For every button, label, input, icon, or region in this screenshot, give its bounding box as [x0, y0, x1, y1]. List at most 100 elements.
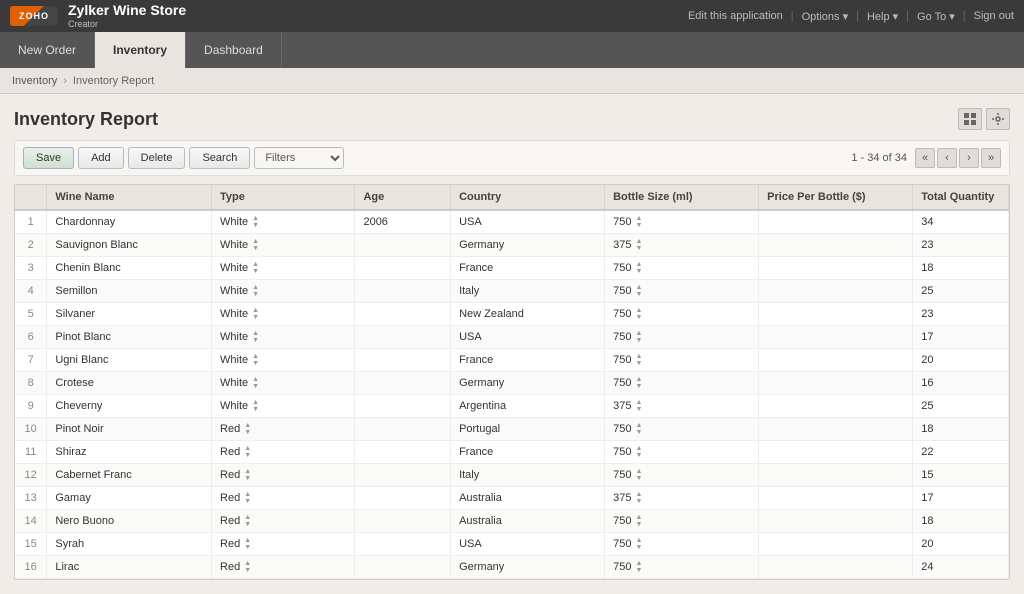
filter-select[interactable]: Filters [254, 147, 344, 169]
spinner-up[interactable]: ▲ [244, 422, 251, 429]
breadcrumb-inventory[interactable]: Inventory [12, 75, 57, 87]
nav-tab-dashboard[interactable]: Dashboard [186, 32, 282, 68]
spinner-down[interactable]: ▼ [635, 383, 642, 390]
spinner-up[interactable]: ▲ [635, 307, 642, 314]
spinner-down[interactable]: ▼ [635, 544, 642, 551]
spinner-up[interactable]: ▲ [635, 261, 642, 268]
cell-price [759, 556, 913, 579]
search-button[interactable]: Search [189, 147, 250, 169]
spinner-down[interactable]: ▼ [635, 521, 642, 528]
signout-link[interactable]: Sign out [974, 10, 1014, 22]
help-link[interactable]: Help ▾ [867, 10, 898, 23]
spinner-up[interactable]: ▲ [252, 353, 259, 360]
cell-wine-name: Nero Buono [47, 510, 212, 533]
spinner-down[interactable]: ▼ [252, 337, 259, 344]
spinner-up[interactable]: ▲ [252, 307, 259, 314]
spinner-up[interactable]: ▲ [244, 468, 251, 475]
goto-link[interactable]: Go To ▾ [917, 10, 955, 23]
spinner-up[interactable]: ▲ [252, 284, 259, 291]
spinner-up[interactable]: ▲ [252, 215, 259, 222]
cell-qty: 18 [913, 257, 1009, 280]
spinner-up[interactable]: ▲ [635, 491, 642, 498]
cell-country: Germany [451, 372, 605, 395]
spinner-down[interactable]: ▼ [252, 268, 259, 275]
top-bar: ZOHO Zylker Wine Store Creator Edit this… [0, 0, 1024, 32]
spinner-down[interactable]: ▼ [252, 314, 259, 321]
spinner-up[interactable]: ▲ [635, 238, 642, 245]
spinner-down[interactable]: ▼ [635, 406, 642, 413]
spinner-down[interactable]: ▼ [252, 291, 259, 298]
spinner-down[interactable]: ▼ [244, 429, 251, 436]
spinner-up[interactable]: ▲ [635, 284, 642, 291]
cell-qty: 34 [913, 210, 1009, 234]
spinner-down[interactable]: ▼ [244, 544, 251, 551]
spinner-up[interactable]: ▲ [244, 514, 251, 521]
spinner-down[interactable]: ▼ [252, 222, 259, 229]
spinner-down[interactable]: ▼ [635, 291, 642, 298]
table-header-row: Wine Name Type Age Country Bottle Size (… [15, 185, 1009, 210]
spinner-down[interactable]: ▼ [635, 337, 642, 344]
spinner-up[interactable]: ▲ [635, 215, 642, 222]
spinner-down[interactable]: ▼ [635, 245, 642, 252]
add-button[interactable]: Add [78, 147, 124, 169]
last-page-btn[interactable]: » [981, 148, 1001, 168]
cell-type: White▲▼ [212, 349, 355, 372]
spinner-up[interactable]: ▲ [244, 491, 251, 498]
spinner-down[interactable]: ▼ [252, 360, 259, 367]
save-button[interactable]: Save [23, 147, 74, 169]
spinner-down[interactable]: ▼ [252, 406, 259, 413]
spinner-up[interactable]: ▲ [635, 514, 642, 521]
spinner-down[interactable]: ▼ [244, 521, 251, 528]
next-page-btn[interactable]: › [959, 148, 979, 168]
spinner-down[interactable]: ▼ [635, 268, 642, 275]
spinner-down[interactable]: ▼ [244, 452, 251, 459]
spinner-down[interactable]: ▼ [252, 245, 259, 252]
spinner-down[interactable]: ▼ [244, 498, 251, 505]
spinner-down[interactable]: ▼ [635, 475, 642, 482]
cell-country: Germany [451, 556, 605, 579]
settings-btn[interactable] [986, 108, 1010, 130]
spinner-down[interactable]: ▼ [635, 222, 642, 229]
spinner-up[interactable]: ▲ [635, 445, 642, 452]
spinner-down[interactable]: ▼ [635, 498, 642, 505]
spinner-up[interactable]: ▲ [635, 422, 642, 429]
grid-view-btn[interactable] [958, 108, 982, 130]
spinner-down[interactable]: ▼ [244, 475, 251, 482]
spinner-down[interactable]: ▼ [635, 429, 642, 436]
spinner-up[interactable]: ▲ [635, 468, 642, 475]
spinner-up[interactable]: ▲ [244, 560, 251, 567]
spinner-up[interactable]: ▲ [252, 399, 259, 406]
spinner-up[interactable]: ▲ [635, 376, 642, 383]
spinner-up[interactable]: ▲ [635, 537, 642, 544]
nav-tab-inventory[interactable]: Inventory [95, 32, 186, 68]
spinner-up[interactable]: ▲ [252, 376, 259, 383]
nav-tab-new-order[interactable]: New Order [0, 32, 95, 68]
cell-age [355, 395, 451, 418]
edit-app-link[interactable]: Edit this application [688, 10, 783, 22]
spinner-down[interactable]: ▼ [635, 360, 642, 367]
spinner-up[interactable]: ▲ [635, 330, 642, 337]
cell-wine-name: Ugni Blanc [47, 349, 212, 372]
spinner-down[interactable]: ▼ [252, 383, 259, 390]
toolbar: Save Add Delete Search Filters 1 - 34 of… [14, 140, 1010, 176]
spinner-up[interactable]: ▲ [252, 238, 259, 245]
cell-bottle-size: 750▲▼ [605, 464, 759, 487]
cell-country: Argentina [451, 395, 605, 418]
spinner-up[interactable]: ▲ [252, 261, 259, 268]
spinner-down[interactable]: ▼ [635, 567, 642, 574]
spinner-up[interactable]: ▲ [635, 399, 642, 406]
prev-page-btn[interactable]: ‹ [937, 148, 957, 168]
delete-button[interactable]: Delete [128, 147, 186, 169]
spinner-up[interactable]: ▲ [635, 353, 642, 360]
spinner-up[interactable]: ▲ [244, 537, 251, 544]
cell-country: Portugal [451, 418, 605, 441]
options-link[interactable]: Options ▾ [802, 10, 849, 23]
spinner-down[interactable]: ▼ [635, 314, 642, 321]
spinner-down[interactable]: ▼ [244, 567, 251, 574]
spinner-up[interactable]: ▲ [252, 330, 259, 337]
spinner-down[interactable]: ▼ [635, 452, 642, 459]
first-page-btn[interactable]: « [915, 148, 935, 168]
spinner-up[interactable]: ▲ [244, 445, 251, 452]
table-row: 4SemillonWhite▲▼Italy750▲▼25 [15, 280, 1009, 303]
spinner-up[interactable]: ▲ [635, 560, 642, 567]
